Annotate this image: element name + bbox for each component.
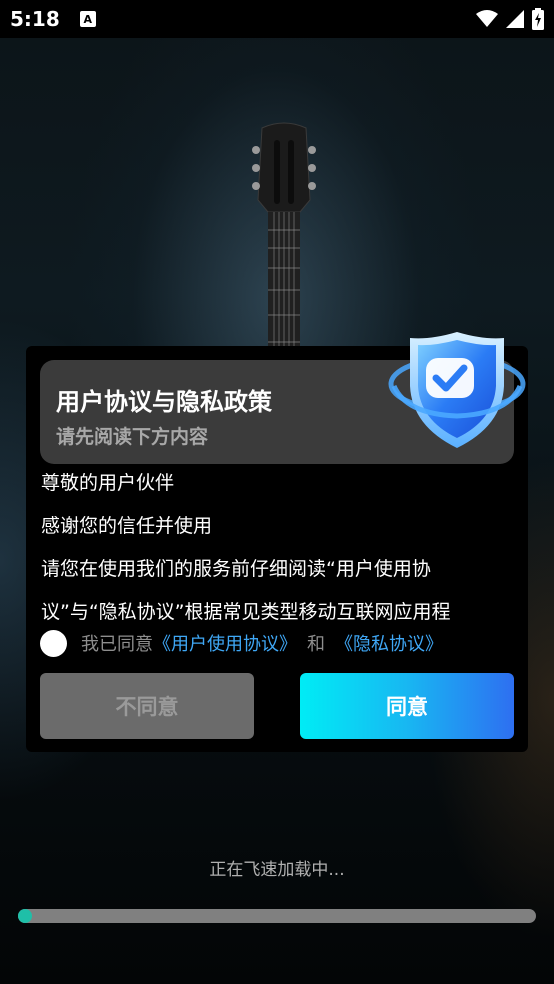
loading-progress-fill — [18, 909, 32, 923]
notification-icon: A — [79, 11, 96, 27]
shield-check-icon — [388, 332, 526, 448]
agreement-paragraph: 感谢您的信任并使用 — [41, 515, 213, 537]
agreement-paragraph: 议”与“隐私协议”根据常见类型移动互联网应用程 — [41, 601, 451, 623]
agreement-paragraph: 请您在使用我们的服务前仔细阅读“用户使用协 — [41, 558, 431, 580]
consent-row: 我已同意 《用户使用协议》 和 《隐私协议》 — [40, 629, 443, 657]
privacy-dialog: 用户协议与隐私政策 请先阅读下方内容 尊敬的用户伙伴 感谢您的信任并使用 请您在… — [26, 332, 528, 752]
disagree-button[interactable]: 不同意 — [40, 673, 254, 739]
status-icons — [476, 8, 544, 30]
signal-icon — [506, 10, 524, 28]
wifi-icon — [476, 10, 498, 27]
status-time: 5:18 — [10, 7, 60, 31]
privacy-policy-link[interactable]: 《隐私协议》 — [335, 630, 443, 656]
loading-text: 正在飞速加载中... — [209, 860, 345, 880]
consent-label: 我已同意 — [81, 634, 153, 655]
status-bar: 5:18 A — [0, 0, 554, 38]
agreement-paragraph: 尊敬的用户伙伴 — [41, 472, 175, 494]
dialog-title: 用户协议与隐私政策 — [56, 388, 272, 416]
consent-and-text: 和 — [307, 634, 325, 655]
consent-radio[interactable] — [40, 629, 67, 657]
user-agreement-link[interactable]: 《用户使用协议》 — [153, 630, 297, 656]
battery-charging-icon — [532, 8, 544, 30]
agreement-text: 尊敬的用户伙伴 感谢您的信任并使用 请您在使用我们的服务前仔细阅读“用户使用协 … — [41, 472, 515, 624]
guitar-headstock-image — [252, 122, 316, 350]
dialog-subtitle: 请先阅读下方内容 — [56, 426, 209, 448]
agree-button[interactable]: 同意 — [300, 673, 514, 739]
loading-progress-bar — [18, 909, 536, 923]
